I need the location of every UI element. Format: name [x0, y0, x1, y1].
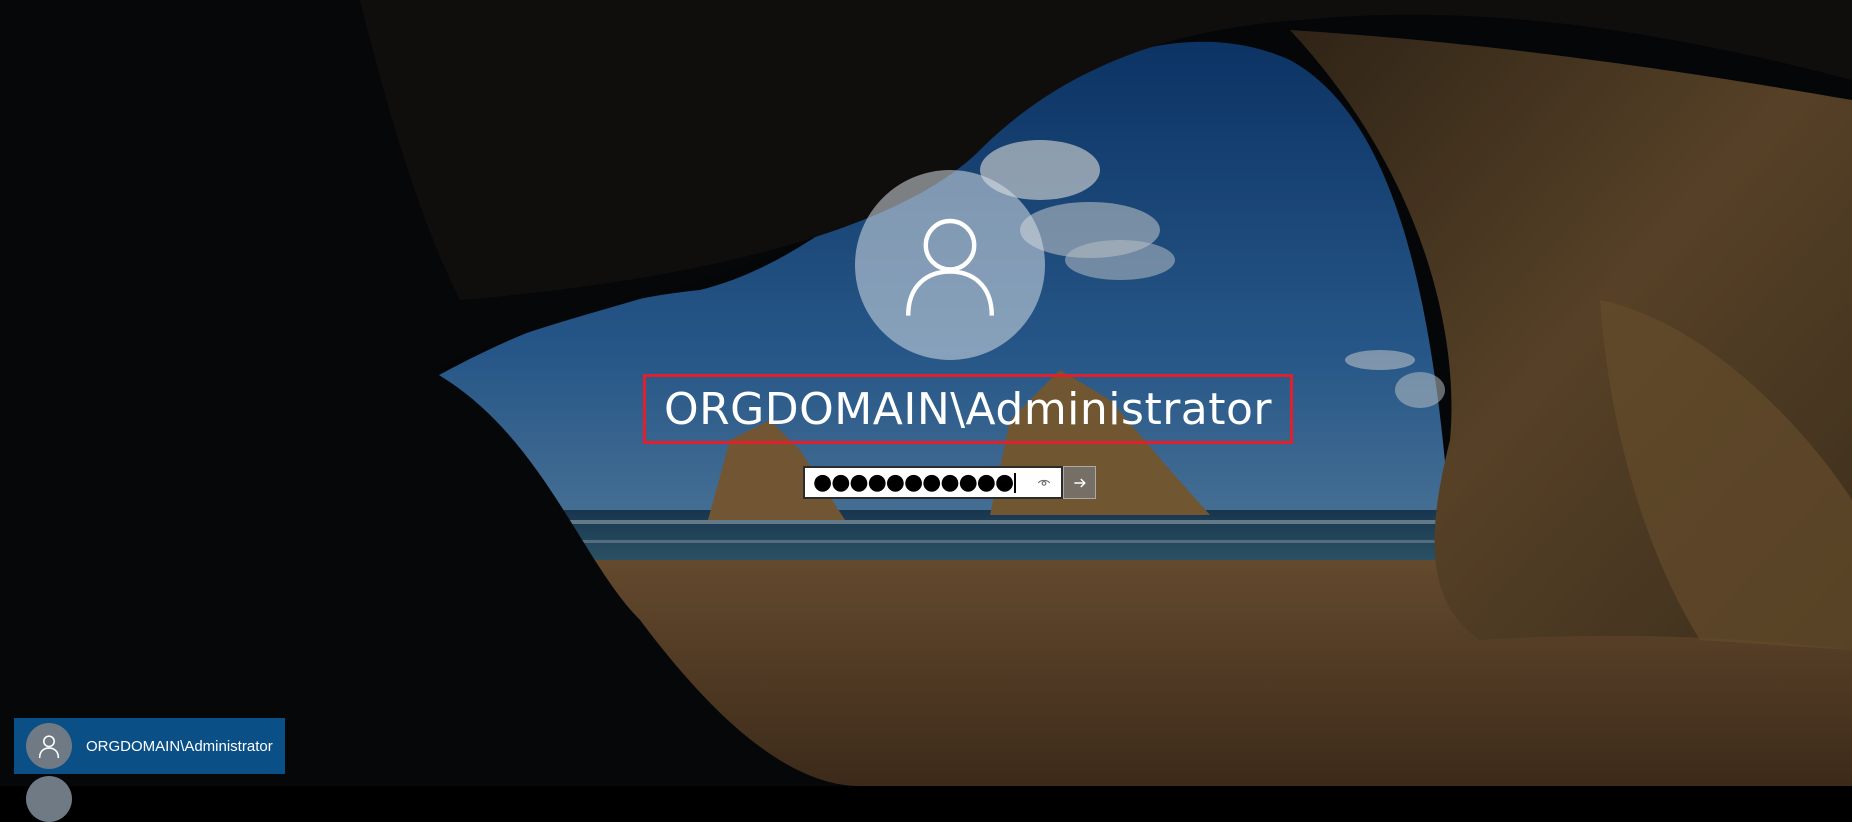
password-input[interactable]: ●●●●●●●●●●●: [803, 466, 1063, 499]
password-row: ●●●●●●●●●●●: [803, 466, 1096, 499]
user-avatar-icon: [906, 218, 994, 316]
password-mask: ●●●●●●●●●●●: [813, 469, 1014, 495]
eye-icon[interactable]: [1035, 474, 1053, 492]
user-list-item-selected[interactable]: ORGDOMAIN\Administrator: [14, 718, 285, 774]
arrow-right-icon: [1073, 477, 1086, 488]
user-list-item[interactable]: [26, 776, 72, 822]
user-avatar: [855, 170, 1045, 360]
user-icon: [38, 735, 60, 759]
user-avatar-small: [26, 723, 72, 769]
user-list-item-label: ORGDOMAIN\Administrator: [86, 737, 273, 755]
submit-button[interactable]: [1063, 466, 1096, 499]
username-label: ORGDOMAIN\Administrator: [663, 383, 1273, 435]
text-caret: [1014, 472, 1017, 493]
username-highlight: ORGDOMAIN\Administrator: [643, 374, 1293, 444]
